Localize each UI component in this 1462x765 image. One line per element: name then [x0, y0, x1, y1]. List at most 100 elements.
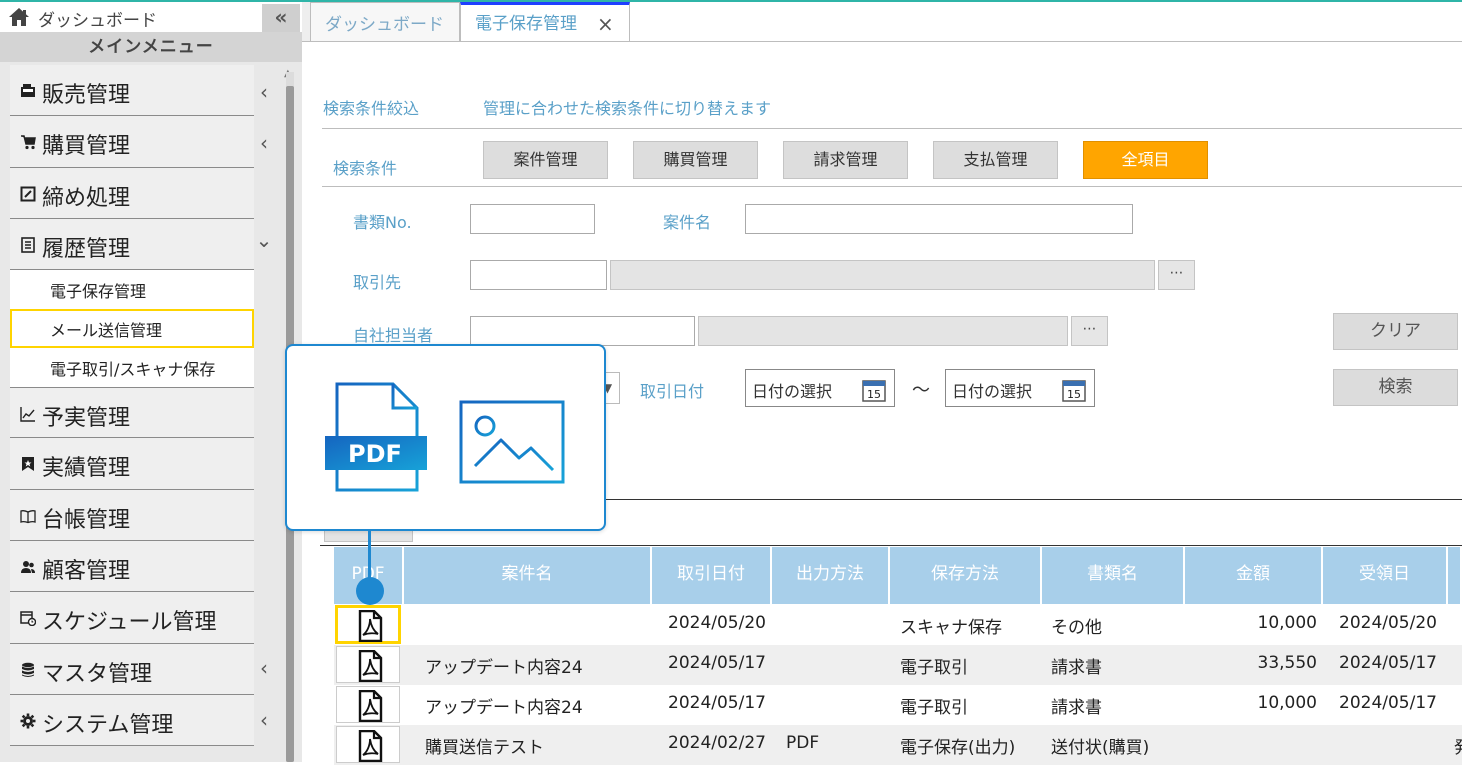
main-menu: 販売管理 購買管理 締め処理 履歴管理 電子保存管理 メール送信管理 電子取引/…	[10, 65, 254, 747]
dashboard-link[interactable]: ダッシュボード	[38, 6, 157, 31]
trade-date-label: 取引日付	[640, 382, 705, 401]
staff-lookup-button[interactable]: ⋯	[1071, 316, 1108, 346]
cell-trade-date: 2024/05/17	[668, 653, 766, 673]
col-header-output-method[interactable]: 出力方法	[772, 547, 890, 604]
line-chart-icon	[20, 407, 35, 422]
filter-all-button[interactable]: 全項目	[1083, 141, 1208, 179]
table-row[interactable]: アップデート内容24 2024/05/17 電子取引 請求書 33,550 20…	[334, 645, 1462, 685]
col-header-more	[1448, 547, 1462, 604]
date-to-picker[interactable]: 日付の選択 15	[945, 369, 1095, 407]
menu-item-label: 締め処理	[42, 185, 131, 211]
home-icon[interactable]	[8, 7, 30, 27]
calendar-day-text: 15	[1067, 388, 1081, 401]
pdf-badge-text: PDF	[348, 440, 402, 468]
submenu-item-e-trade-scanner[interactable]: 電子取引/スキャナ保存	[10, 348, 254, 387]
menu-item-purchase[interactable]: 購買管理	[10, 116, 254, 168]
menu-item-customers[interactable]: 顧客管理	[10, 541, 254, 593]
menu-item-sales[interactable]: 販売管理	[10, 65, 254, 117]
menu-item-ledger[interactable]: 台帳管理	[10, 489, 254, 542]
menu-item-closing[interactable]: 締め処理	[10, 167, 254, 219]
document-list-icon	[21, 237, 35, 253]
col-header-received-date[interactable]: 受領日	[1323, 547, 1448, 604]
tab-e-storage[interactable]: 電子保存管理 ×	[460, 2, 630, 42]
cell-amount: 10,000	[1257, 693, 1317, 713]
cell-trade-date: 2024/05/17	[668, 693, 766, 713]
search-button[interactable]: 検索	[1333, 369, 1458, 406]
chevron-left-icon[interactable]: ‹	[254, 656, 274, 680]
date-range-separator: ～	[912, 380, 930, 401]
cell-trade-date: 2024/05/20	[668, 613, 766, 633]
cell-amount: 10,000	[1257, 613, 1317, 633]
sidebar-header: ダッシュボード «	[0, 2, 302, 32]
date-from-picker[interactable]: 日付の選択 15	[745, 369, 895, 407]
col-header-storage-method[interactable]: 保存方法	[890, 547, 1042, 604]
menu-item-history[interactable]: 履歴管理	[10, 218, 254, 271]
pdf-button[interactable]	[336, 726, 400, 763]
tab-label: ダッシュボード	[325, 15, 444, 35]
users-icon	[21, 561, 35, 574]
narrow-conditions-label: 検索条件絞込	[323, 99, 420, 118]
cell-doc-name: 送付状(購買)	[1051, 738, 1150, 758]
pdf-button[interactable]	[336, 686, 400, 723]
close-icon[interactable]: ×	[597, 5, 614, 43]
menu-item-label: 販売管理	[42, 83, 131, 108]
collapse-sidebar-button[interactable]: «	[262, 4, 300, 32]
edit-box-icon	[20, 186, 36, 202]
pdf-button[interactable]	[335, 605, 401, 644]
history-submenu: 電子保存管理 メール送信管理 電子取引/スキャナ保存	[10, 270, 254, 388]
table-row[interactable]: 購買送信テスト 2024/02/27 PDF 電子保存(出力) 送付状(購買) …	[334, 725, 1462, 765]
col-header-trade-date[interactable]: 取引日付	[652, 547, 772, 604]
menu-item-budget[interactable]: 予実管理	[10, 387, 254, 439]
filter-case-button[interactable]: 案件管理	[483, 141, 608, 179]
chevron-down-icon[interactable]: ⌄	[254, 228, 274, 252]
cell-storage: 電子取引	[900, 698, 968, 718]
col-header-doc-name[interactable]: 書類名	[1042, 547, 1185, 604]
submenu-item-e-storage[interactable]: 電子保存管理	[10, 270, 254, 309]
cell-trade-date: 2024/02/27	[668, 733, 766, 753]
col-header-amount[interactable]: 金額	[1185, 547, 1323, 604]
clear-button[interactable]: クリア	[1333, 313, 1458, 350]
staff-label: 自社担当者	[353, 326, 434, 345]
partner-lookup-button[interactable]: ⋯	[1158, 260, 1195, 290]
chevron-left-icon[interactable]: ‹	[254, 131, 274, 155]
image-file-icon	[459, 400, 565, 484]
filter-billing-button[interactable]: 請求管理	[783, 141, 908, 179]
calendar-icon[interactable]: 15	[862, 379, 886, 402]
cell-storage: スキャナ保存	[900, 618, 1002, 638]
staff-code-input[interactable]	[470, 316, 695, 346]
table-top-border	[320, 545, 1462, 546]
table-row[interactable]: 2024/05/20 スキャナ保存 その他 10,000 2024/05/20	[334, 605, 1462, 645]
sidebar: ダッシュボード « メインメニュー 販売管理 購買管理 締め処理 履歴管理 電子…	[0, 2, 302, 762]
cell-received: 2024/05/20	[1339, 613, 1437, 633]
cell-extra: 発	[1454, 733, 1462, 758]
pdf-button[interactable]	[336, 646, 400, 683]
narrow-conditions-description: 管理に合わせた検索条件に切り替えます	[483, 99, 772, 118]
col-header-case-name[interactable]: 案件名	[404, 547, 652, 604]
menu-item-label: 履歴管理	[42, 236, 131, 262]
menu-item-master[interactable]: マスタ管理	[10, 643, 254, 695]
date-from-placeholder: 日付の選択	[752, 382, 833, 401]
menu-item-results[interactable]: 実績管理	[10, 438, 254, 490]
case-name-input[interactable]	[745, 204, 1133, 234]
file-type-callout: PDF	[285, 344, 606, 531]
doc-no-input[interactable]	[470, 204, 595, 234]
filter-purchase-button[interactable]: 購買管理	[633, 141, 758, 179]
table-row[interactable]: アップデート内容24 2024/05/17 電子取引 請求書 10,000 20…	[334, 685, 1462, 725]
cell-received: 2024/05/17	[1339, 693, 1437, 713]
chevron-left-icon[interactable]: ‹	[254, 708, 274, 732]
menu-item-schedule[interactable]: スケジュール管理	[10, 592, 254, 644]
partner-code-input[interactable]	[470, 260, 607, 290]
open-book-icon	[20, 509, 36, 523]
chevron-left-icon[interactable]: ‹	[254, 80, 274, 104]
menu-item-system[interactable]: システム管理	[10, 694, 254, 747]
calendar-icon[interactable]: 15	[1062, 379, 1086, 402]
cell-case-name: アップデート内容24	[425, 658, 583, 678]
menu-item-label: 実績管理	[42, 456, 131, 482]
bookmark-star-icon	[22, 457, 34, 472]
submenu-item-mail-send[interactable]: メール送信管理	[10, 309, 254, 349]
divider	[322, 186, 1462, 187]
cell-case-name: アップデート内容24	[425, 698, 583, 718]
menu-item-label: 予実管理	[42, 406, 131, 432]
tab-dashboard[interactable]: ダッシュボード	[310, 2, 460, 42]
filter-payment-button[interactable]: 支払管理	[933, 141, 1058, 179]
